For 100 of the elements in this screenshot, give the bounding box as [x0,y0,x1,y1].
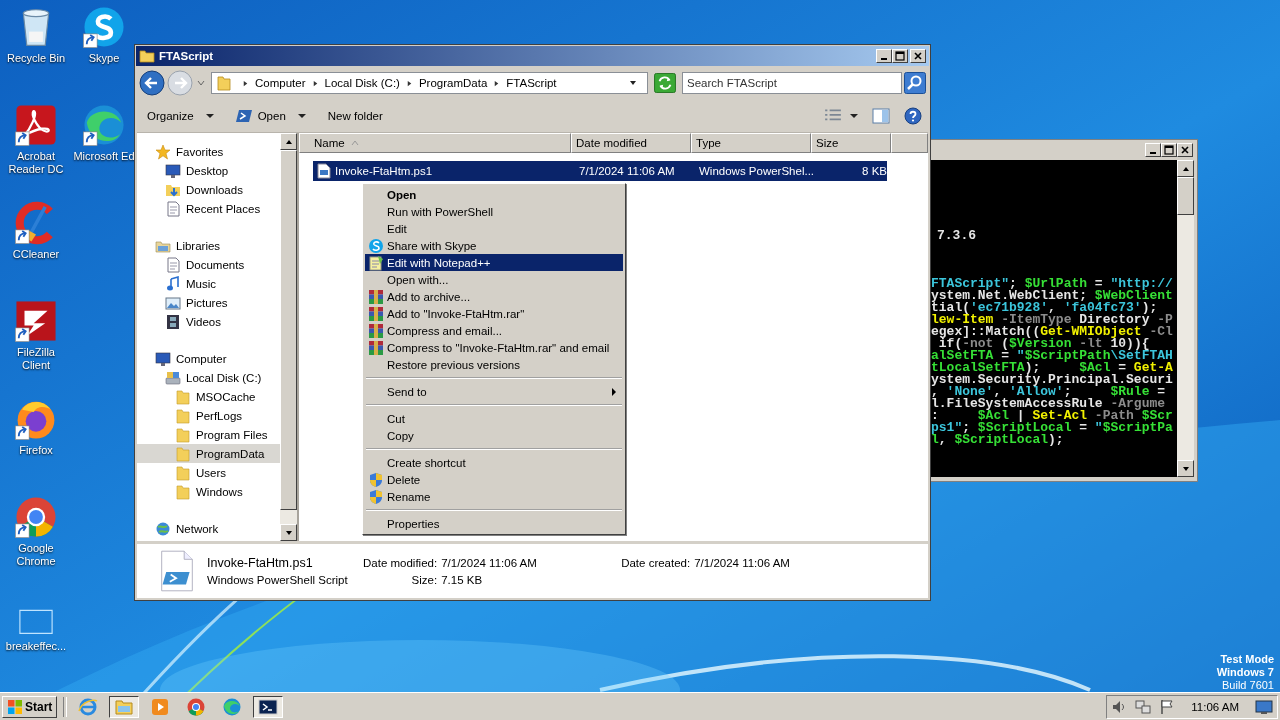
windows-logo [7,698,23,715]
skype-icon [368,237,384,254]
console-line: if(-not ($Version -lt 10)){ [938,338,1150,350]
scrollbar[interactable] [1177,160,1194,477]
nav-item[interactable]: Local Disk (C:) [137,368,280,387]
nav-item[interactable]: Libraries [137,236,280,255]
filezilla-icon[interactable] [13,298,59,344]
system-notice: Test Mode [1220,653,1274,666]
breadcrumb-item[interactable]: Local Disk (C:) [324,77,400,89]
menu-item[interactable]: Send to [365,383,623,400]
network-icon[interactable] [1135,698,1152,715]
chevron-icon[interactable] [242,79,249,87]
type-cell-text: Windows PowerShel... [699,165,816,177]
console-line: l.FileSystemAccessRule -Argume [931,398,1166,410]
nav-item[interactable]: Documents [137,255,280,274]
show-desktop-icon[interactable] [1255,698,1273,715]
nav-item[interactable]: PerfLogs [137,406,280,425]
menu-item[interactable]: Create shortcut [365,454,623,471]
star-icon [155,143,171,160]
address-bar[interactable]: Computer Local Disk (C:) ProgramData FTAScript [211,72,648,94]
acrobat-icon[interactable] [13,102,59,148]
icon-label[interactable]: breakeffec... [5,640,67,653]
nav-item[interactable]: Computer [137,349,280,368]
menu-item[interactable]: Properties [365,515,623,532]
nav-item[interactable]: Users [137,463,280,482]
icon-label[interactable]: Microsoft Ed [73,150,135,163]
nav-item[interactable]: Favorites [137,142,280,161]
maximize-button[interactable] [1161,143,1177,157]
icon-label[interactable]: Google Chrome [3,542,69,568]
close-button[interactable] [910,49,926,63]
toolbar-button[interactable]: Organize [143,108,218,124]
menu-item[interactable]: Edit with Notepad++ [365,254,623,271]
column-header[interactable]: Size [811,133,891,153]
powershell-icon [258,696,279,717]
nav-item[interactable]: Network [137,519,280,538]
nav-item[interactable]: Music [137,274,280,293]
minimize-button[interactable] [876,49,892,63]
icon-label[interactable]: FileZilla Client [3,346,69,372]
minimize-icon [881,58,887,60]
minimize-button[interactable] [1145,143,1161,157]
menu-item[interactable]: Run with PowerShell [365,203,623,220]
taskbar-button[interactable] [109,695,140,718]
file-row[interactable]: Invoke-FtaHtm.ps1 7/1/2024 11:06 AM Windows PowerShel... 8 KB [313,161,887,181]
menu-item[interactable]: Cut [365,410,623,427]
ie-icon [78,696,99,717]
breadcrumb-item[interactable]: Computer [255,77,306,89]
nav-item[interactable]: Recent Places [137,199,280,218]
breadcrumb-item[interactable]: ProgramData [418,77,488,89]
caret-icon[interactable] [850,112,858,120]
search-field[interactable]: Search FTAScript [682,72,902,94]
close-button[interactable] [1177,143,1193,157]
chevron-icon[interactable] [493,79,501,87]
scroll-down-icon[interactable] [1181,464,1190,473]
menu-item[interactable]: Open [365,186,623,203]
folder-icon [175,464,191,481]
search-icon[interactable] [904,72,926,94]
menu-item[interactable]: Share with Skype [365,237,623,254]
chevron-icon[interactable] [405,79,413,87]
breadcrumb-item[interactable]: FTAScript [506,77,557,89]
menu-item[interactable]: Compress to "Invoke-FtaHtm.rar" and email [365,339,623,356]
nav-item[interactable]: Desktop [137,161,280,180]
clock[interactable]: 11:06 AM [1183,700,1247,713]
scroll-down-icon[interactable] [284,528,293,537]
column-header[interactable]: Date modified [571,133,691,153]
help-icon[interactable] [904,107,922,125]
menu-item[interactable]: Edit [365,220,623,237]
nav-item[interactable]: MSOCache [137,387,280,406]
toolbar-button[interactable]: New folder [323,108,387,124]
toolbar-button[interactable]: Open [231,107,310,125]
scroll-thumb[interactable] [1177,177,1194,215]
menu-item[interactable]: Rename [365,488,623,505]
menu-item[interactable]: Delete [365,471,623,488]
icon-label[interactable]: Skype [88,52,120,65]
dropdown-icon[interactable] [629,79,637,87]
back-button[interactable] [139,70,165,96]
flag-icon[interactable] [1159,698,1176,715]
menu-item[interactable]: Add to "Invoke-FtaHtm.rar" [365,305,623,322]
menu-item[interactable]: Open with... [365,271,623,288]
nav-item[interactable]: Pictures [137,293,280,312]
maximize-button[interactable] [892,49,908,63]
nav-item[interactable]: Videos [137,312,280,331]
start-button[interactable]: Start [2,695,58,718]
chevron-icon[interactable] [311,79,319,87]
nav-item[interactable]: Program Files [137,425,280,444]
taskbar-button[interactable] [253,695,284,718]
icon-label[interactable]: CCleaner [12,248,60,261]
refresh-button[interactable] [654,73,676,93]
column-header[interactable]: Name [299,133,571,153]
icon-label[interactable]: Recycle Bin [6,52,66,65]
column-header[interactable]: Type [691,133,811,153]
nav-item[interactable]: Downloads [137,180,280,199]
nav-item[interactable]: ProgramData [137,444,280,463]
icon-label[interactable]: Firefox [19,444,53,457]
menu-item[interactable]: Compress and email... [365,322,623,339]
menu-item[interactable]: Add to archive... [365,288,623,305]
icon-label[interactable]: Acrobat Reader DC [3,150,69,176]
nav-item[interactable]: Windows [137,482,280,501]
menu-item[interactable]: Restore previous versions [365,356,623,373]
file-type: Windows PowerShell Script [207,574,349,586]
menu-item[interactable]: Copy [365,427,623,444]
